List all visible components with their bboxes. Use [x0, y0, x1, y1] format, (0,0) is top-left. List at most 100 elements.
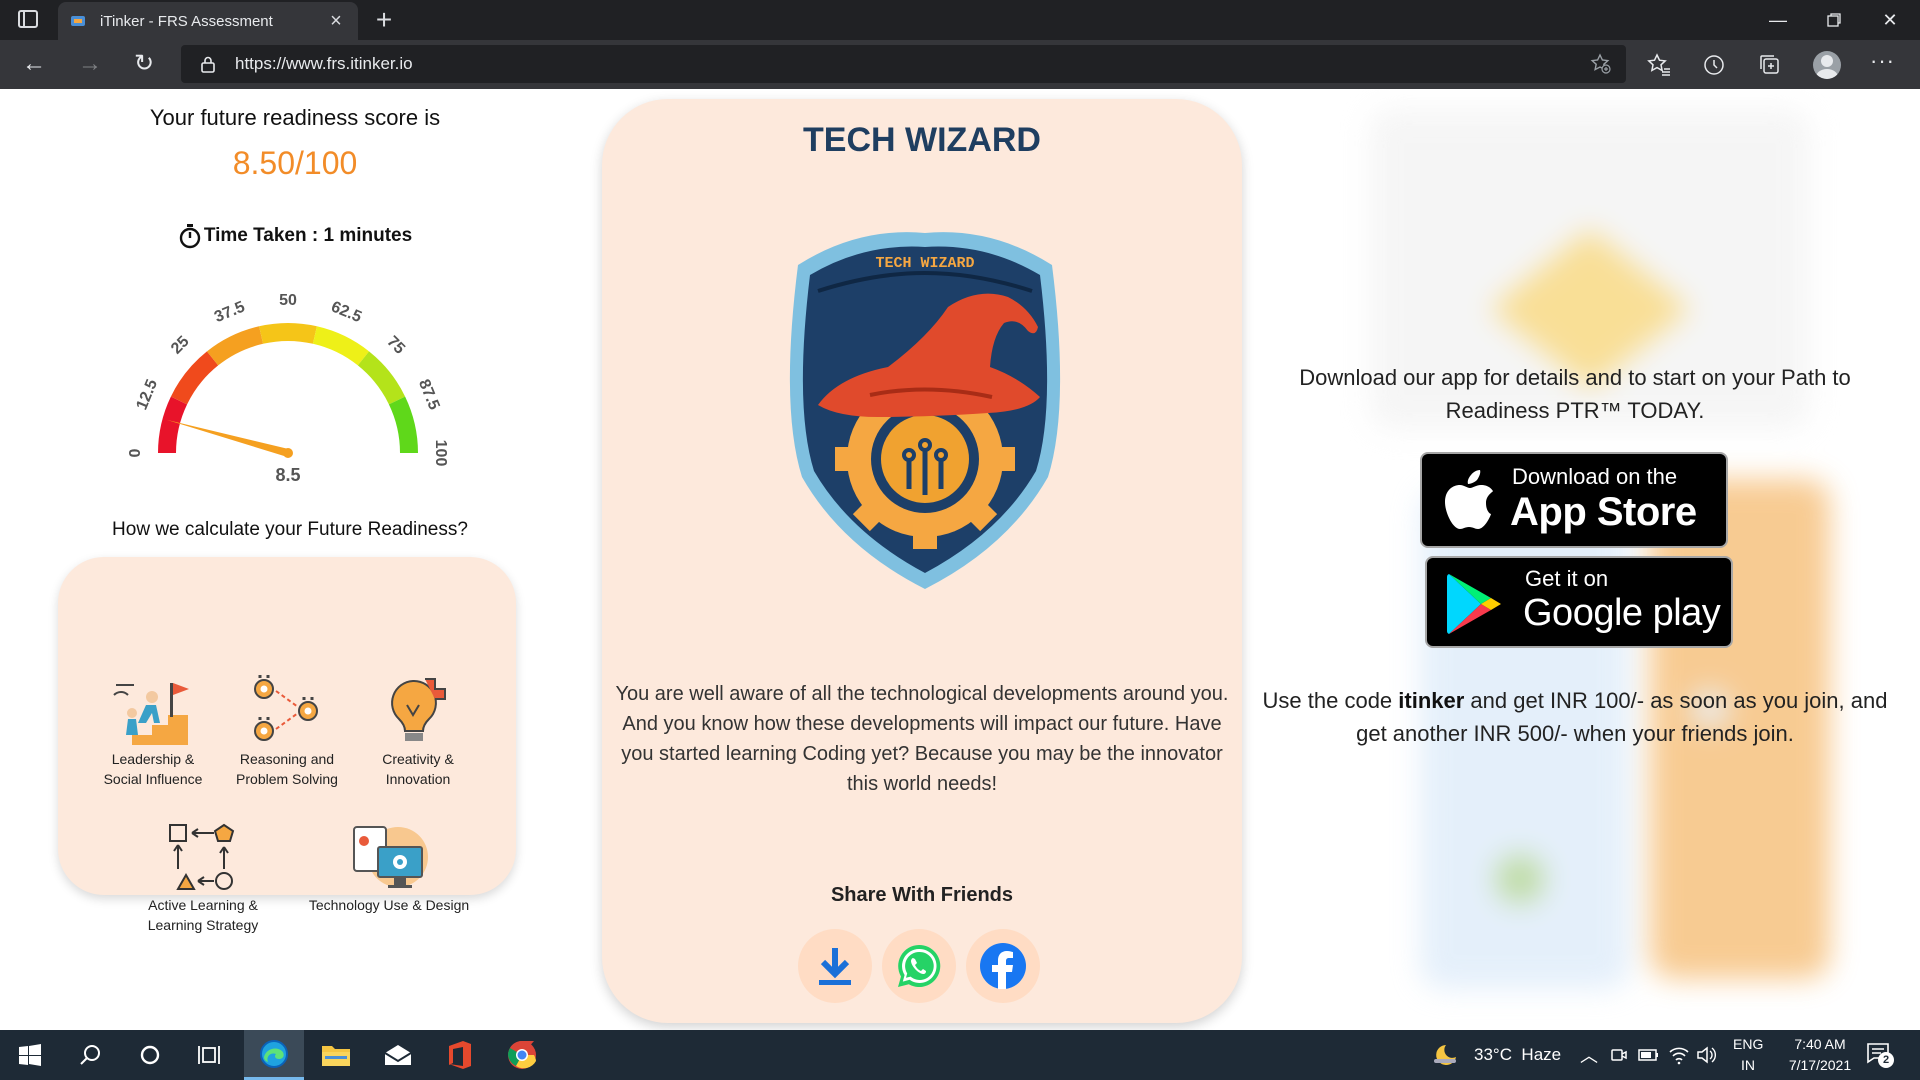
task-view-icon[interactable] [180, 1030, 240, 1080]
gears-icon [254, 675, 318, 741]
search-icon[interactable] [60, 1030, 120, 1080]
gauge-band [312, 326, 370, 366]
notifications-button[interactable]: 2 [1866, 1042, 1894, 1068]
restore-icon[interactable] [1806, 0, 1862, 40]
gauge-band [170, 351, 219, 405]
tray-expand-icon[interactable]: ︿ [1580, 1042, 1598, 1068]
leadership-icon [113, 683, 189, 745]
facebook-icon [980, 943, 1026, 989]
gauge-tick-label: 37.5 [212, 298, 247, 326]
page-content: Your future readiness score is 8.50/100 … [0, 89, 1920, 1030]
back-icon[interactable]: ← [16, 48, 52, 80]
gauge-tick-label: 50 [279, 292, 297, 309]
skill-label: Technology Use & Design [308, 897, 470, 913]
address-bar[interactable]: https://www.frs.itinker.io [181, 45, 1626, 83]
browser-toolbar: ← → ↻ https://www.frs.itinker.io ··· [0, 40, 1920, 89]
stopwatch-icon [179, 224, 201, 249]
edge-taskbar-icon[interactable] [244, 1030, 304, 1080]
gauge-needle-hub [283, 448, 293, 458]
time-taken-label: Time Taken : 1 minutes [203, 225, 413, 246]
favorites-icon[interactable] [1646, 52, 1672, 78]
score-title: Your future readiness score is [149, 105, 441, 130]
notification-count: 2 [1878, 1052, 1894, 1068]
windows-taskbar: 33°C Haze ︿ ENG IN 7:40 AM 7/17/2021 2 [0, 1030, 1920, 1080]
collections-icon[interactable] [1757, 52, 1783, 78]
weather-text[interactable]: 33°C Haze [1474, 1045, 1561, 1065]
google-play-small-text: Get it on [1525, 566, 1609, 591]
time-taken: Time Taken : 1 minutes [90, 223, 500, 249]
skill-label: Leadership & Social Influence [103, 751, 203, 787]
clock-date[interactable]: 7/17/2021 [1776, 1057, 1864, 1073]
new-tab-icon[interactable]: + [368, 4, 400, 36]
battery-icon[interactable] [1638, 1047, 1660, 1063]
whatsapp-share-button[interactable] [882, 929, 956, 1003]
skills-card: Leadership & Social Influence Reasoning … [58, 557, 516, 933]
add-favorite-icon[interactable] [1590, 53, 1612, 75]
google-play-icon [1447, 574, 1501, 634]
gauge-tick-label: 100 [432, 440, 449, 467]
refresh-icon[interactable]: ↻ [126, 48, 162, 80]
more-options-icon[interactable]: ··· [1870, 48, 1895, 74]
result-title: TECH WIZARD [803, 121, 1041, 159]
profile-avatar[interactable] [1813, 51, 1841, 79]
app-store-big-text: App Store [1510, 490, 1697, 534]
language-bottom[interactable]: IN [1741, 1057, 1755, 1073]
gauge-tick-label: 75 [383, 333, 408, 358]
minimize-icon[interactable]: — [1750, 0, 1806, 40]
gauge-band [158, 396, 188, 453]
history-icon[interactable] [1701, 52, 1727, 78]
gauge-tick-label: 12.5 [133, 377, 161, 412]
gauge-needle-pointer [166, 419, 290, 457]
promo-code: itinker [1398, 688, 1465, 713]
lock-icon [201, 56, 215, 73]
clock-time[interactable]: 7:40 AM [1784, 1036, 1856, 1052]
gauge-band [259, 323, 317, 344]
download-button[interactable] [798, 929, 872, 1003]
promo-code-text: Use the code itinker and get INR 100/- a… [1260, 684, 1890, 750]
share-title: Share With Friends [830, 884, 1014, 906]
gauge-needle [166, 419, 293, 458]
file-explorer-icon[interactable] [306, 1030, 366, 1080]
promo-prefix: Use the code [1262, 688, 1399, 713]
forward-icon[interactable]: → [72, 48, 108, 80]
result-card: TECH WIZARD TECH WIZARD You are well awa… [602, 99, 1242, 1023]
badge-text: TECH WIZARD [875, 255, 974, 272]
skill-leadership: Leadership & Social Influence [98, 675, 208, 789]
lightbulb-icon [391, 678, 446, 741]
download-app-text: Download our app for details and to star… [1299, 365, 1851, 423]
volume-icon[interactable] [1696, 1045, 1718, 1065]
browser-tab[interactable]: iTinker - FRS Assessment × [58, 2, 358, 40]
cortana-icon[interactable] [120, 1030, 180, 1080]
url-text: https://www.frs.itinker.io [235, 54, 413, 73]
meet-now-icon[interactable] [1610, 1046, 1628, 1064]
skill-label: Creativity & Innovation [382, 751, 454, 787]
language-top[interactable]: ENG [1733, 1036, 1763, 1052]
gauge-band [357, 351, 406, 405]
windows-start-icon[interactable] [0, 1030, 60, 1080]
google-play-button[interactable]: Get it on Google play [1425, 556, 1733, 648]
mail-icon[interactable] [368, 1030, 428, 1080]
office-icon[interactable] [430, 1030, 490, 1080]
close-window-icon[interactable]: ✕ [1862, 0, 1918, 40]
google-play-big-text: Google play [1523, 592, 1721, 634]
tech-wizard-badge: TECH WIZARD [789, 232, 1061, 589]
chrome-icon[interactable] [492, 1030, 552, 1080]
tab-close-icon[interactable]: × [326, 10, 346, 33]
wifi-icon[interactable] [1668, 1045, 1690, 1065]
skill-label: Reasoning and Problem Solving [236, 751, 338, 787]
skill-active-learning: Active Learning & Learning Strategy [128, 821, 278, 935]
computer-design-icon [353, 826, 428, 888]
app-store-button[interactable]: Download on the App Store [1420, 452, 1728, 548]
gauge-tick-label: 0 [127, 448, 144, 457]
gauge-band [388, 396, 418, 453]
skill-reasoning: Reasoning and Problem Solving [232, 675, 342, 789]
skill-creativity: Creativity & Innovation [368, 675, 468, 789]
gauge-tick-label: 62.5 [329, 298, 364, 326]
flowchart-icon [169, 823, 235, 890]
facebook-share-button[interactable] [966, 929, 1040, 1003]
tab-actions-icon[interactable] [18, 10, 38, 28]
weather-moon-icon [1434, 1045, 1456, 1065]
gauge-tick-label: 25 [168, 333, 193, 358]
score-value: 8.50/100 [232, 145, 358, 181]
calc-title: How we calculate your Future Readiness? [112, 519, 468, 540]
